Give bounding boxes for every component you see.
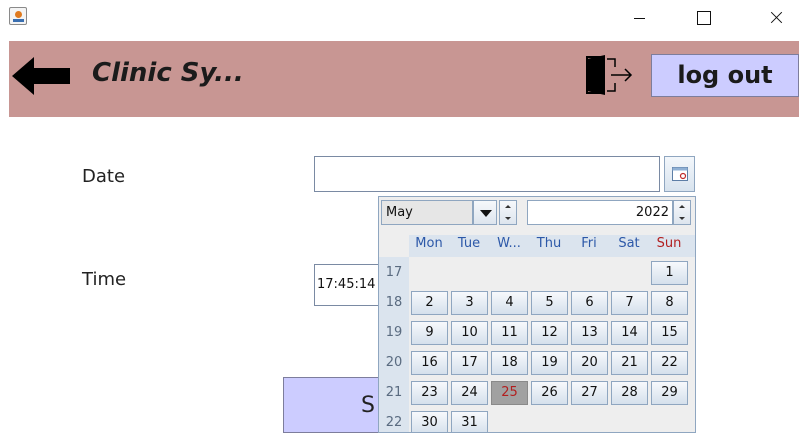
calendar-day[interactable]: 2 <box>411 291 448 315</box>
calendar-day[interactable]: 5 <box>531 291 568 315</box>
calendar-day[interactable]: 3 <box>451 291 488 315</box>
week-number: 21 <box>385 385 403 400</box>
week-number: 18 <box>385 295 403 310</box>
calendar-day[interactable]: 4 <box>491 291 528 315</box>
calendar-day[interactable]: 24 <box>451 381 488 405</box>
calendar-day[interactable]: 26 <box>531 381 568 405</box>
date-label: Date <box>82 166 126 187</box>
calendar-day[interactable]: 18 <box>491 351 528 375</box>
week-number: 17 <box>385 265 403 280</box>
close-icon[interactable] <box>754 0 799 34</box>
calendar-day[interactable]: 8 <box>651 291 688 315</box>
calendar-day[interactable]: 31 <box>451 411 488 432</box>
time-label: Time <box>82 269 127 290</box>
week-number-column <box>379 257 409 432</box>
calendar-day[interactable]: 22 <box>651 351 688 375</box>
maximize-icon[interactable] <box>685 0 731 34</box>
calendar-day[interactable]: 6 <box>571 291 608 315</box>
calendar-day[interactable]: 28 <box>611 381 648 405</box>
calendar-day-selected[interactable]: 25 <box>491 381 528 405</box>
month-spinner[interactable] <box>499 200 517 225</box>
month-select[interactable]: May <box>381 200 473 225</box>
calendar-day[interactable]: 20 <box>571 351 608 375</box>
back-arrow-icon[interactable] <box>12 55 70 97</box>
logout-button[interactable]: log out <box>651 54 799 97</box>
calendar-button[interactable] <box>664 156 695 192</box>
app-title: Clinic Sy... <box>92 58 244 88</box>
week-number: 22 <box>385 415 403 430</box>
day-header: Thu <box>536 236 562 251</box>
app-header: Clinic Sy... log out <box>9 41 799 117</box>
calendar-day[interactable]: 23 <box>411 381 448 405</box>
calendar-day[interactable]: 1 <box>651 261 688 285</box>
calendar-day[interactable]: 21 <box>611 351 648 375</box>
calendar-day[interactable]: 29 <box>651 381 688 405</box>
date-picker-popup: May 2022 Mon Tue W... Thu Fri Sat Sun 17… <box>378 196 696 433</box>
calendar-day[interactable]: 12 <box>531 321 568 345</box>
day-header-sunday: Sun <box>656 236 682 251</box>
calendar-day[interactable]: 30 <box>411 411 448 432</box>
chevron-down-icon[interactable] <box>473 200 497 225</box>
calendar-day[interactable]: 14 <box>611 321 648 345</box>
calendar-day[interactable]: 16 <box>411 351 448 375</box>
calendar-day[interactable]: 13 <box>571 321 608 345</box>
calendar-day[interactable]: 19 <box>531 351 568 375</box>
day-header: Fri <box>581 236 597 251</box>
day-header: Mon <box>415 236 443 251</box>
calendar-day[interactable]: 10 <box>451 321 488 345</box>
calendar-day[interactable]: 7 <box>611 291 648 315</box>
calendar-day[interactable]: 15 <box>651 321 688 345</box>
calendar-day[interactable]: 11 <box>491 321 528 345</box>
day-header: W... <box>497 236 521 251</box>
day-header: Sat <box>618 236 640 251</box>
java-app-icon <box>9 7 27 25</box>
day-header: Tue <box>457 236 481 251</box>
calendar-day[interactable]: 27 <box>571 381 608 405</box>
date-field[interactable] <box>314 156 660 192</box>
year-spinner[interactable] <box>673 200 691 225</box>
calendar-icon <box>672 167 688 181</box>
year-field[interactable]: 2022 <box>527 200 673 225</box>
minimize-icon[interactable] <box>617 0 663 34</box>
week-number: 19 <box>385 325 403 340</box>
calendar-day[interactable]: 17 <box>451 351 488 375</box>
week-number: 20 <box>385 355 403 370</box>
window-titlebar <box>0 0 799 40</box>
exit-door-icon <box>586 55 633 95</box>
calendar-day[interactable]: 9 <box>411 321 448 345</box>
